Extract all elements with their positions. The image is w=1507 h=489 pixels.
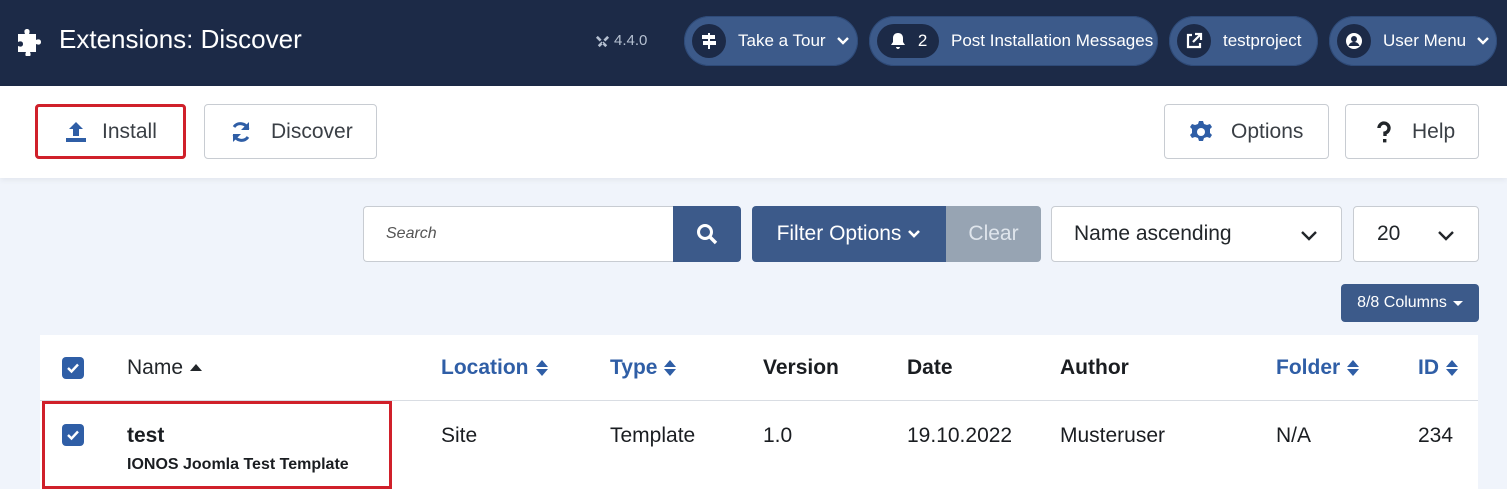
refresh-icon bbox=[232, 121, 250, 142]
puzzle-icon bbox=[18, 29, 41, 56]
sort-icon bbox=[535, 360, 548, 376]
column-header-date: Date bbox=[907, 356, 953, 379]
gear-icon bbox=[1190, 120, 1212, 141]
checkmark-icon bbox=[67, 363, 79, 374]
notification-count: 2 bbox=[917, 31, 928, 50]
question-mark-icon bbox=[1377, 120, 1391, 142]
site-link-button[interactable]: testproject bbox=[1169, 16, 1318, 66]
install-label: Install bbox=[102, 119, 157, 143]
caret-down-icon bbox=[1452, 300, 1463, 306]
filter-options-label: Filter Options bbox=[776, 222, 902, 245]
extension-date: 19.10.2022 bbox=[907, 424, 1013, 447]
toolbar: Install Discover Options Help bbox=[0, 86, 1507, 178]
external-link-icon bbox=[1186, 32, 1203, 49]
post-installation-messages-button[interactable]: 2 Post Installation Messages bbox=[869, 16, 1158, 66]
joomla-icon bbox=[595, 35, 610, 48]
search-input[interactable] bbox=[363, 206, 674, 262]
column-header-type[interactable]: Type bbox=[610, 356, 677, 380]
chevron-down-icon bbox=[1438, 231, 1454, 241]
site-label: testproject bbox=[1223, 31, 1302, 50]
search-icon bbox=[697, 224, 718, 245]
extension-id: 234 bbox=[1418, 424, 1454, 447]
take-a-tour-label: Take a Tour bbox=[738, 31, 826, 50]
table-header: Name Location Type Version Date Author F… bbox=[40, 335, 1478, 401]
header: Extensions: Discover 4.4.0 Take a Tour 2… bbox=[0, 0, 1507, 86]
sort-icon bbox=[1347, 360, 1360, 376]
extension-author: Musteruser bbox=[1060, 424, 1166, 447]
column-header-location[interactable]: Location bbox=[441, 356, 549, 380]
user-menu-button[interactable]: User Menu bbox=[1329, 16, 1497, 66]
page-title: Extensions: Discover bbox=[59, 24, 302, 54]
limit-select-value: 20 bbox=[1377, 222, 1401, 245]
chevron-down-icon bbox=[1301, 231, 1317, 241]
clear-label: Clear bbox=[968, 222, 1019, 245]
row-highlight-box bbox=[42, 401, 392, 489]
discover-button[interactable]: Discover bbox=[204, 104, 377, 159]
search-button[interactable] bbox=[673, 206, 741, 262]
install-button[interactable]: Install bbox=[35, 104, 186, 159]
user-icon bbox=[1346, 33, 1362, 49]
extension-version: 1.0 bbox=[763, 424, 793, 447]
sort-select-value: Name ascending bbox=[1074, 222, 1232, 245]
options-label: Options bbox=[1231, 119, 1304, 143]
chevron-down-icon bbox=[836, 37, 849, 45]
column-header-name[interactable]: Name bbox=[127, 356, 203, 380]
signpost-icon bbox=[702, 33, 716, 49]
search-group bbox=[363, 206, 741, 262]
take-a-tour-button[interactable]: Take a Tour bbox=[684, 16, 858, 66]
help-label: Help bbox=[1412, 119, 1456, 143]
limit-select[interactable]: 20 bbox=[1353, 206, 1479, 262]
sort-up-icon bbox=[190, 364, 203, 371]
chevron-down-icon bbox=[908, 230, 921, 238]
version-text: 4.4.0 bbox=[614, 32, 648, 49]
filter-options-button[interactable]: Filter Options bbox=[752, 206, 946, 262]
sort-select[interactable]: Name ascending bbox=[1051, 206, 1342, 262]
columns-button[interactable]: 8/8 Columns bbox=[1341, 284, 1479, 322]
bell-icon bbox=[890, 33, 905, 49]
column-header-id[interactable]: ID bbox=[1418, 356, 1459, 380]
column-header-author: Author bbox=[1060, 356, 1129, 379]
discover-label: Discover bbox=[271, 119, 353, 143]
help-button[interactable]: Help bbox=[1345, 104, 1479, 159]
options-button[interactable]: Options bbox=[1164, 104, 1329, 159]
chevron-down-icon bbox=[1477, 37, 1489, 45]
sort-icon bbox=[664, 360, 677, 376]
sort-icon bbox=[1446, 360, 1458, 376]
post-installation-label: Post Installation Messages bbox=[951, 31, 1154, 50]
column-header-version: Version bbox=[763, 356, 839, 379]
clear-button[interactable]: Clear bbox=[946, 206, 1041, 262]
select-all-checkbox[interactable] bbox=[62, 357, 84, 379]
extension-folder: N/A bbox=[1276, 424, 1312, 447]
joomla-version: 4.4.0 bbox=[595, 32, 647, 49]
extension-location: Site bbox=[441, 424, 478, 447]
columns-label: 8/8 Columns bbox=[1357, 294, 1447, 311]
extension-type: Template bbox=[610, 424, 696, 447]
column-header-folder[interactable]: Folder bbox=[1276, 356, 1360, 380]
upload-icon bbox=[66, 121, 86, 142]
user-menu-label: User Menu bbox=[1383, 31, 1467, 50]
